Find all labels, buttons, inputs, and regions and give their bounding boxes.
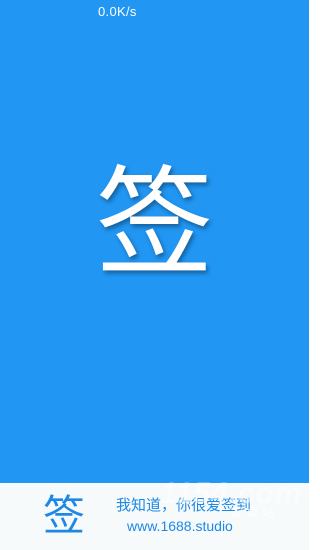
app-icon: 签 [42, 491, 85, 540]
splash-footer: 签 我知道，你很爱签到 www.1688.studio [0, 483, 309, 550]
app-url: www.1688.studio [127, 518, 233, 534]
app-slogan: 我知道，你很爱签到 [116, 496, 252, 514]
status-bar: 0.0K/s [0, 0, 309, 24]
app-logo-glyph: 签 [95, 154, 214, 292]
network-speed: 0.0K/s [98, 4, 137, 19]
splash-screen: 0.0K/s 签 签 我知道，你很爱签到 www.1688.studio 115… [0, 0, 309, 550]
